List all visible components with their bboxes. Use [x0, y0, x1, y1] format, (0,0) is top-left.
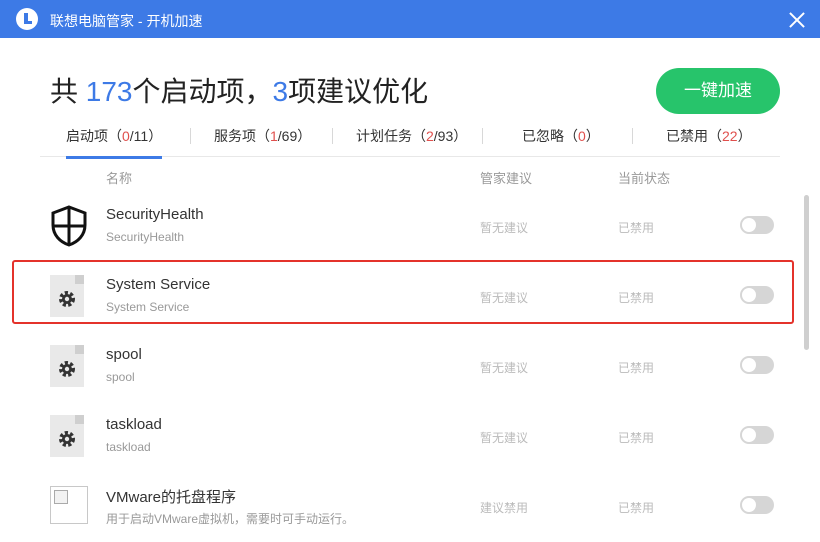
tab-divider [332, 128, 333, 144]
page-headline: 共 173个启动项，3项建议优化 [50, 70, 428, 110]
item-subtitle: 用于启动VMware虚拟机，需要时可手动运行。 [106, 512, 355, 526]
list-item[interactable]: spool spool 暂无建议 已禁用 [40, 332, 780, 402]
item-subtitle: taskload [106, 440, 151, 454]
headline-prefix: 共 [50, 76, 86, 107]
tab-scheduled-tasks[interactable]: 计划任务（2/93） [356, 126, 467, 156]
enable-toggle[interactable] [740, 216, 774, 234]
item-suggestion: 暂无建议 [480, 431, 529, 445]
startup-count: 173 [85, 76, 133, 107]
item-state: 已禁用 [618, 431, 655, 445]
selection-highlight [12, 260, 794, 324]
item-suggestion: 建议禁用 [480, 501, 529, 515]
headline-middle: 个启动项， [132, 76, 273, 107]
tab-divider [482, 128, 483, 144]
title-bar: 联想电脑管家 - 开机加速 [0, 0, 820, 38]
list-item[interactable]: taskload taskload 暂无建议 已禁用 [40, 402, 780, 472]
item-title: spool [106, 346, 142, 363]
suggest-count: 3 [272, 76, 289, 107]
gear-file-icon [50, 345, 88, 387]
broken-image-icon [50, 486, 88, 528]
item-suggestion: 暂无建议 [480, 361, 529, 375]
tab-divider [190, 128, 191, 144]
tab-disabled[interactable]: 已禁用（22） [666, 126, 752, 156]
window-title: 联想电脑管家 - 开机加速 [50, 13, 203, 29]
tab-startup-items[interactable]: 启动项（0/11） [66, 126, 163, 159]
item-state: 已禁用 [618, 221, 655, 235]
item-subtitle: SecurityHealth [106, 230, 185, 244]
column-header-name: 名称 [106, 171, 133, 186]
item-state: 已禁用 [618, 361, 655, 375]
item-title: VMware的托盘程序 [106, 489, 237, 506]
shield-icon [50, 205, 88, 247]
item-suggestion: 暂无建议 [480, 221, 529, 235]
tab-ignored[interactable]: 已忽略（0） [522, 126, 600, 156]
column-header-suggestion: 管家建议 [480, 171, 533, 186]
enable-toggle[interactable] [740, 426, 774, 444]
app-logo-icon [16, 8, 38, 30]
enable-toggle[interactable] [740, 356, 774, 374]
item-title: SecurityHealth [106, 206, 204, 223]
tab-divider [632, 128, 633, 144]
vertical-scrollbar[interactable] [804, 195, 809, 350]
column-header-state: 当前状态 [618, 171, 671, 186]
item-state: 已禁用 [618, 501, 655, 515]
gear-file-icon [50, 415, 88, 457]
close-icon[interactable] [786, 9, 808, 31]
tab-services[interactable]: 服务项（1/69） [214, 126, 311, 156]
list-item[interactable]: SecurityHealth SecurityHealth 暂无建议 已禁用 [40, 192, 780, 262]
item-subtitle: spool [106, 370, 135, 384]
tab-bar: 启动项（0/11） 服务项（1/69） 计划任务（2/93） 已忽略（0） 已禁… [40, 120, 780, 159]
list-item[interactable]: VMware的托盘程序 用于启动VMware虚拟机，需要时可手动运行。 建议禁用… [40, 472, 780, 542]
headline-suffix: 项建议优化 [288, 76, 429, 107]
enable-toggle[interactable] [740, 496, 774, 514]
item-title: taskload [106, 416, 162, 433]
one-click-boost-button[interactable]: 一键加速 [656, 68, 780, 114]
